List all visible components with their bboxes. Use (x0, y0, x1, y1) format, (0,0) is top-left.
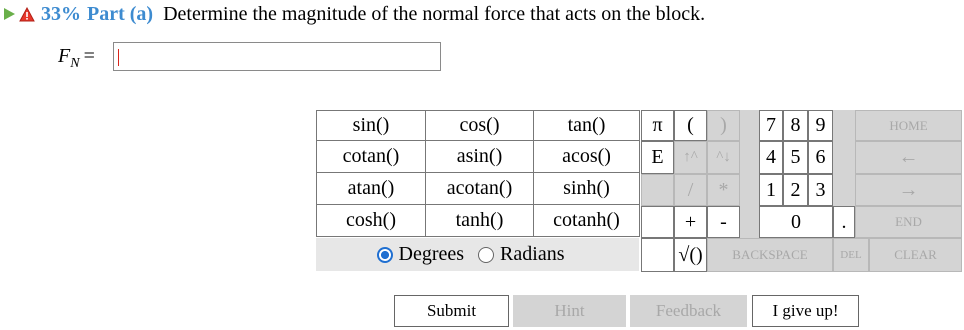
warning-icon (19, 6, 35, 22)
answer-label-main: F (58, 45, 71, 67)
radians-label: Radians (500, 243, 565, 265)
play-icon[interactable] (4, 8, 15, 20)
key-4[interactable]: 4 (759, 141, 783, 174)
angle-mode-selector: Degrees Radians (316, 238, 639, 271)
key-3[interactable]: 3 (808, 174, 833, 206)
cos-button[interactable]: cos() (425, 110, 534, 141)
blank-key-2 (641, 206, 674, 238)
acos-button[interactable]: acos() (533, 140, 640, 173)
pi-key[interactable]: π (641, 110, 674, 141)
e-key[interactable]: E (641, 141, 674, 174)
answer-label-eq: = (83, 45, 95, 67)
end-key[interactable]: END (855, 206, 962, 238)
acotan-button[interactable]: acotan() (425, 172, 534, 205)
progress-percent: 33% (41, 2, 81, 25)
submit-button[interactable]: Submit (394, 295, 509, 327)
cosh-button[interactable]: cosh() (316, 204, 426, 237)
tanh-button[interactable]: tanh() (425, 204, 534, 237)
part-label: Part (a) (87, 2, 154, 25)
feedback-button[interactable]: Feedback (630, 295, 747, 327)
cotan-button[interactable]: cotan() (316, 140, 426, 173)
key-8[interactable]: 8 (783, 110, 808, 141)
superscript-down-key[interactable]: ^↓ (707, 141, 740, 174)
blank-key-1 (641, 174, 674, 206)
superscript-up-key[interactable]: ↑^ (674, 141, 707, 174)
cotanh-button[interactable]: cotanh() (533, 204, 640, 237)
home-key[interactable]: HOME (855, 110, 962, 141)
multiply-key[interactable]: * (707, 174, 740, 206)
rparen-key[interactable]: ) (707, 110, 740, 141)
give-up-button[interactable]: I give up! (752, 295, 859, 327)
key-2[interactable]: 2 (783, 174, 808, 206)
atan-button[interactable]: atan() (316, 172, 426, 205)
divide-key[interactable]: / (674, 174, 707, 206)
sqrt-key[interactable]: √() (674, 238, 707, 272)
tan-button[interactable]: tan() (533, 110, 640, 141)
right-arrow-key[interactable]: → (855, 174, 962, 206)
radians-option[interactable]: Radians (478, 243, 564, 266)
key-1[interactable]: 1 (759, 174, 783, 206)
question-text: Determine the magnitude of the normal fo… (163, 2, 706, 25)
keypad: π ( ) 7 8 9 HOME E ↑^ ^↓ 4 5 6 ← / * 1 2… (641, 110, 962, 272)
del-key[interactable]: DEL (833, 238, 869, 272)
text-caret (118, 49, 119, 66)
answer-label: FN = (58, 45, 95, 72)
backspace-key[interactable]: BACKSPACE (707, 238, 833, 272)
decimal-key[interactable]: . (833, 206, 855, 238)
blank-key-3 (641, 238, 674, 272)
key-7[interactable]: 7 (759, 110, 783, 141)
answer-input[interactable] (113, 42, 441, 71)
left-arrow-key[interactable]: ← (855, 141, 962, 174)
asin-button[interactable]: asin() (425, 140, 534, 173)
key-9[interactable]: 9 (808, 110, 833, 141)
key-5[interactable]: 5 (783, 141, 808, 174)
lparen-key[interactable]: ( (674, 110, 707, 141)
sinh-button[interactable]: sinh() (533, 172, 640, 205)
degrees-option[interactable]: Degrees (376, 243, 465, 266)
minus-key[interactable]: - (707, 206, 740, 238)
question-header: 33% Part (a) Determine the magnitude of … (4, 2, 705, 26)
key-0[interactable]: 0 (759, 206, 833, 238)
degrees-label: Degrees (398, 243, 465, 265)
sin-button[interactable]: sin() (316, 110, 426, 141)
radians-radio[interactable] (478, 246, 495, 263)
degrees-radio[interactable] (376, 246, 393, 263)
function-table: sin() cos() tan() cotan() asin() acos() … (316, 110, 640, 237)
clear-key[interactable]: CLEAR (869, 238, 962, 272)
plus-key[interactable]: + (674, 206, 707, 238)
answer-label-sub: N (70, 56, 80, 71)
hint-button[interactable]: Hint (513, 295, 626, 327)
key-6[interactable]: 6 (808, 141, 833, 174)
